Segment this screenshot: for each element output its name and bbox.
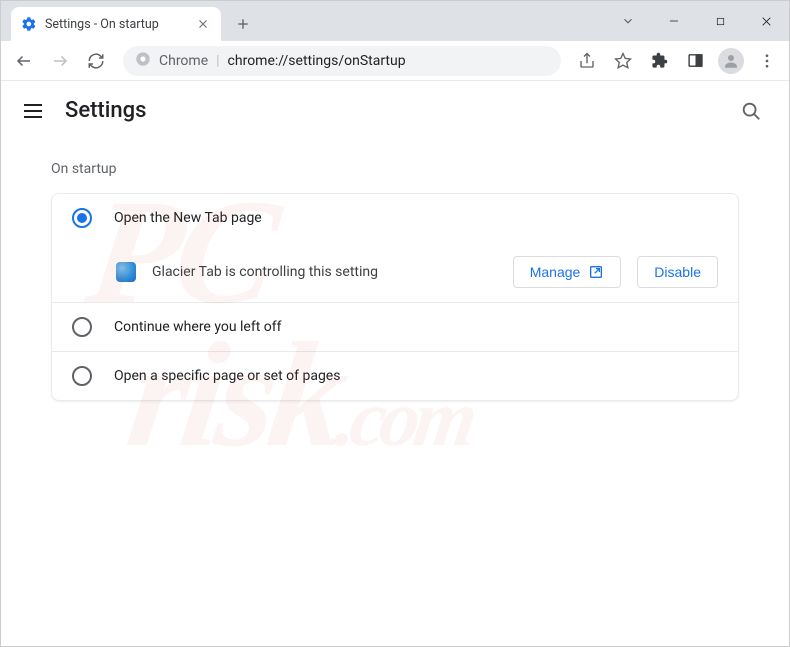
tab-title: Settings - On startup (45, 17, 187, 32)
extension-notice-text: Glacier Tab is controlling this setting (152, 264, 497, 280)
kebab-menu-icon[interactable] (753, 47, 781, 75)
close-tab-icon[interactable] (195, 16, 211, 32)
radio-icon[interactable] (72, 366, 92, 386)
option-label: Continue where you left off (114, 319, 282, 335)
glacier-tab-icon (116, 262, 136, 282)
external-link-icon (588, 264, 604, 280)
tab-search-icon[interactable] (605, 5, 651, 37)
section-label: On startup (51, 161, 739, 177)
chrome-logo-icon (135, 51, 151, 71)
extensions-icon[interactable] (645, 47, 673, 75)
disable-button[interactable]: Disable (637, 256, 718, 288)
profile-avatar[interactable] (717, 47, 745, 75)
startup-options-card: Open the New Tab page Glacier Tab is con… (51, 193, 739, 401)
url-divider: | (216, 53, 219, 69)
settings-gear-icon (21, 16, 37, 32)
url-text: chrome://settings/onStartup (228, 53, 406, 69)
option-specific-pages[interactable]: Open a specific page or set of pages (52, 351, 738, 400)
manage-button-label: Manage (530, 264, 581, 280)
settings-header: Settings (1, 81, 789, 141)
reload-button[interactable] (81, 46, 111, 76)
manage-button[interactable]: Manage (513, 256, 622, 288)
bookmark-star-icon[interactable] (609, 47, 637, 75)
maximize-button[interactable] (697, 5, 743, 37)
titlebar: Settings - On startup (1, 1, 789, 41)
address-bar[interactable]: Chrome | chrome://settings/onStartup (123, 46, 561, 76)
page-title: Settings (65, 98, 146, 123)
option-continue[interactable]: Continue where you left off (52, 302, 738, 351)
minimize-button[interactable] (651, 5, 697, 37)
radio-icon[interactable] (72, 208, 92, 228)
browser-toolbar: Chrome | chrome://settings/onStartup (1, 41, 789, 81)
sidepanel-icon[interactable] (681, 47, 709, 75)
disable-button-label: Disable (654, 264, 701, 280)
search-settings-button[interactable] (733, 93, 769, 129)
settings-content: On startup Open the New Tab page Glacier… (1, 141, 789, 421)
option-open-new-tab[interactable]: Open the New Tab page (52, 194, 738, 242)
browser-tab[interactable]: Settings - On startup (11, 7, 221, 41)
option-label: Open the New Tab page (114, 210, 262, 226)
forward-button[interactable] (45, 46, 75, 76)
window-controls (605, 1, 789, 41)
radio-icon[interactable] (72, 317, 92, 337)
back-button[interactable] (9, 46, 39, 76)
extension-control-notice: Glacier Tab is controlling this setting … (52, 242, 738, 302)
share-icon[interactable] (573, 47, 601, 75)
option-label: Open a specific page or set of pages (114, 368, 340, 384)
close-window-button[interactable] (743, 5, 789, 37)
hamburger-menu-icon[interactable] (21, 99, 45, 123)
url-scheme-label: Chrome (159, 53, 208, 69)
new-tab-button[interactable] (229, 10, 257, 38)
